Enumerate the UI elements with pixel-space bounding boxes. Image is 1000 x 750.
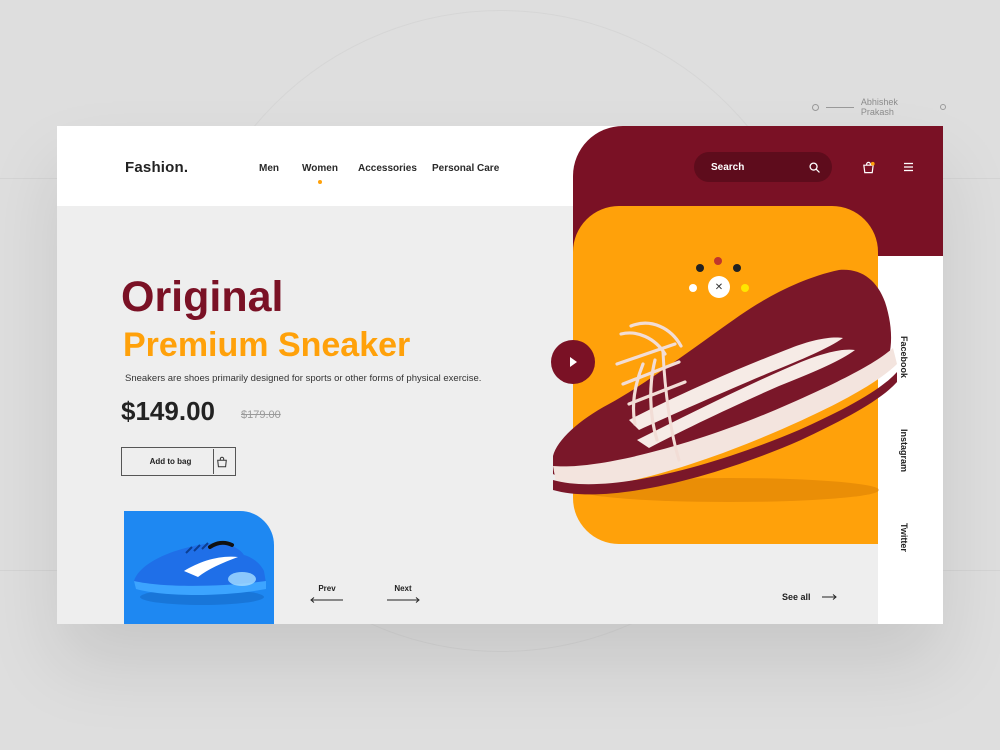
next-label: Next: [394, 584, 412, 593]
color-swatch-yellow[interactable]: [741, 284, 749, 292]
arrow-right-icon: [821, 594, 837, 600]
current-price: $149.00: [121, 396, 215, 426]
bag-icon: [214, 449, 229, 474]
hero-title: Original: [121, 273, 284, 321]
prev-label: Prev: [318, 584, 336, 593]
play-icon: [570, 357, 577, 367]
search-input[interactable]: [709, 160, 809, 174]
color-swatch-dark[interactable]: [733, 264, 741, 272]
facebook-link[interactable]: Facebook: [899, 336, 909, 378]
instagram-link[interactable]: Instagram: [899, 429, 909, 472]
nav-item-men[interactable]: Men: [259, 163, 279, 174]
menu-icon[interactable]: [900, 159, 916, 175]
nav-item-women[interactable]: Women: [302, 163, 338, 184]
add-to-bag-label: Add to bag: [128, 449, 214, 474]
nav-item-personal-care[interactable]: Personal Care: [432, 163, 499, 174]
credit-divider: [825, 106, 854, 108]
blue-sneaker-image: [134, 540, 266, 605]
product-thumbnail-blue-sneaker[interactable]: [124, 511, 274, 624]
search-bar: [694, 152, 832, 182]
product-description: Sneakers are shoes primarily designed fo…: [125, 373, 482, 384]
active-nav-indicator: [317, 180, 322, 184]
search-icon[interactable]: [809, 161, 820, 173]
original-price: $179.00: [241, 409, 281, 421]
copyright-icon: [812, 103, 819, 111]
close-icon: ✕: [714, 281, 724, 293]
see-all-label: See all: [782, 592, 811, 602]
shop-card: Fashion. Men Women Accessories Personal …: [57, 126, 943, 624]
dribbble-icon: [940, 104, 946, 110]
add-to-bag-button[interactable]: Add to bag: [121, 447, 236, 476]
color-swatch-white[interactable]: [689, 284, 697, 292]
prev-button[interactable]: Prev: [310, 584, 344, 603]
close-swatches-button[interactable]: ✕: [708, 276, 730, 298]
brand-logo[interactable]: Fashion.: [125, 159, 188, 176]
twitter-link[interactable]: Twitter: [899, 523, 909, 552]
color-swatch-black[interactable]: [696, 264, 704, 272]
author-credit: Abhishek Prakash: [812, 97, 946, 117]
hero-subtitle: Premium Sneaker: [123, 326, 411, 364]
author-name: Abhishek Prakash: [860, 97, 898, 117]
shopping-bag-icon[interactable]: [860, 159, 876, 175]
nav-item-accessories[interactable]: Accessories: [358, 163, 417, 174]
arrow-right-icon: [387, 597, 420, 603]
color-swatch-red[interactable]: [714, 257, 722, 265]
see-all-link[interactable]: See all: [782, 592, 837, 602]
next-button[interactable]: Next: [386, 584, 420, 603]
play-button[interactable]: [551, 340, 595, 384]
arrow-left-icon: [310, 597, 343, 603]
nav-item-women-label: Women: [302, 163, 338, 174]
